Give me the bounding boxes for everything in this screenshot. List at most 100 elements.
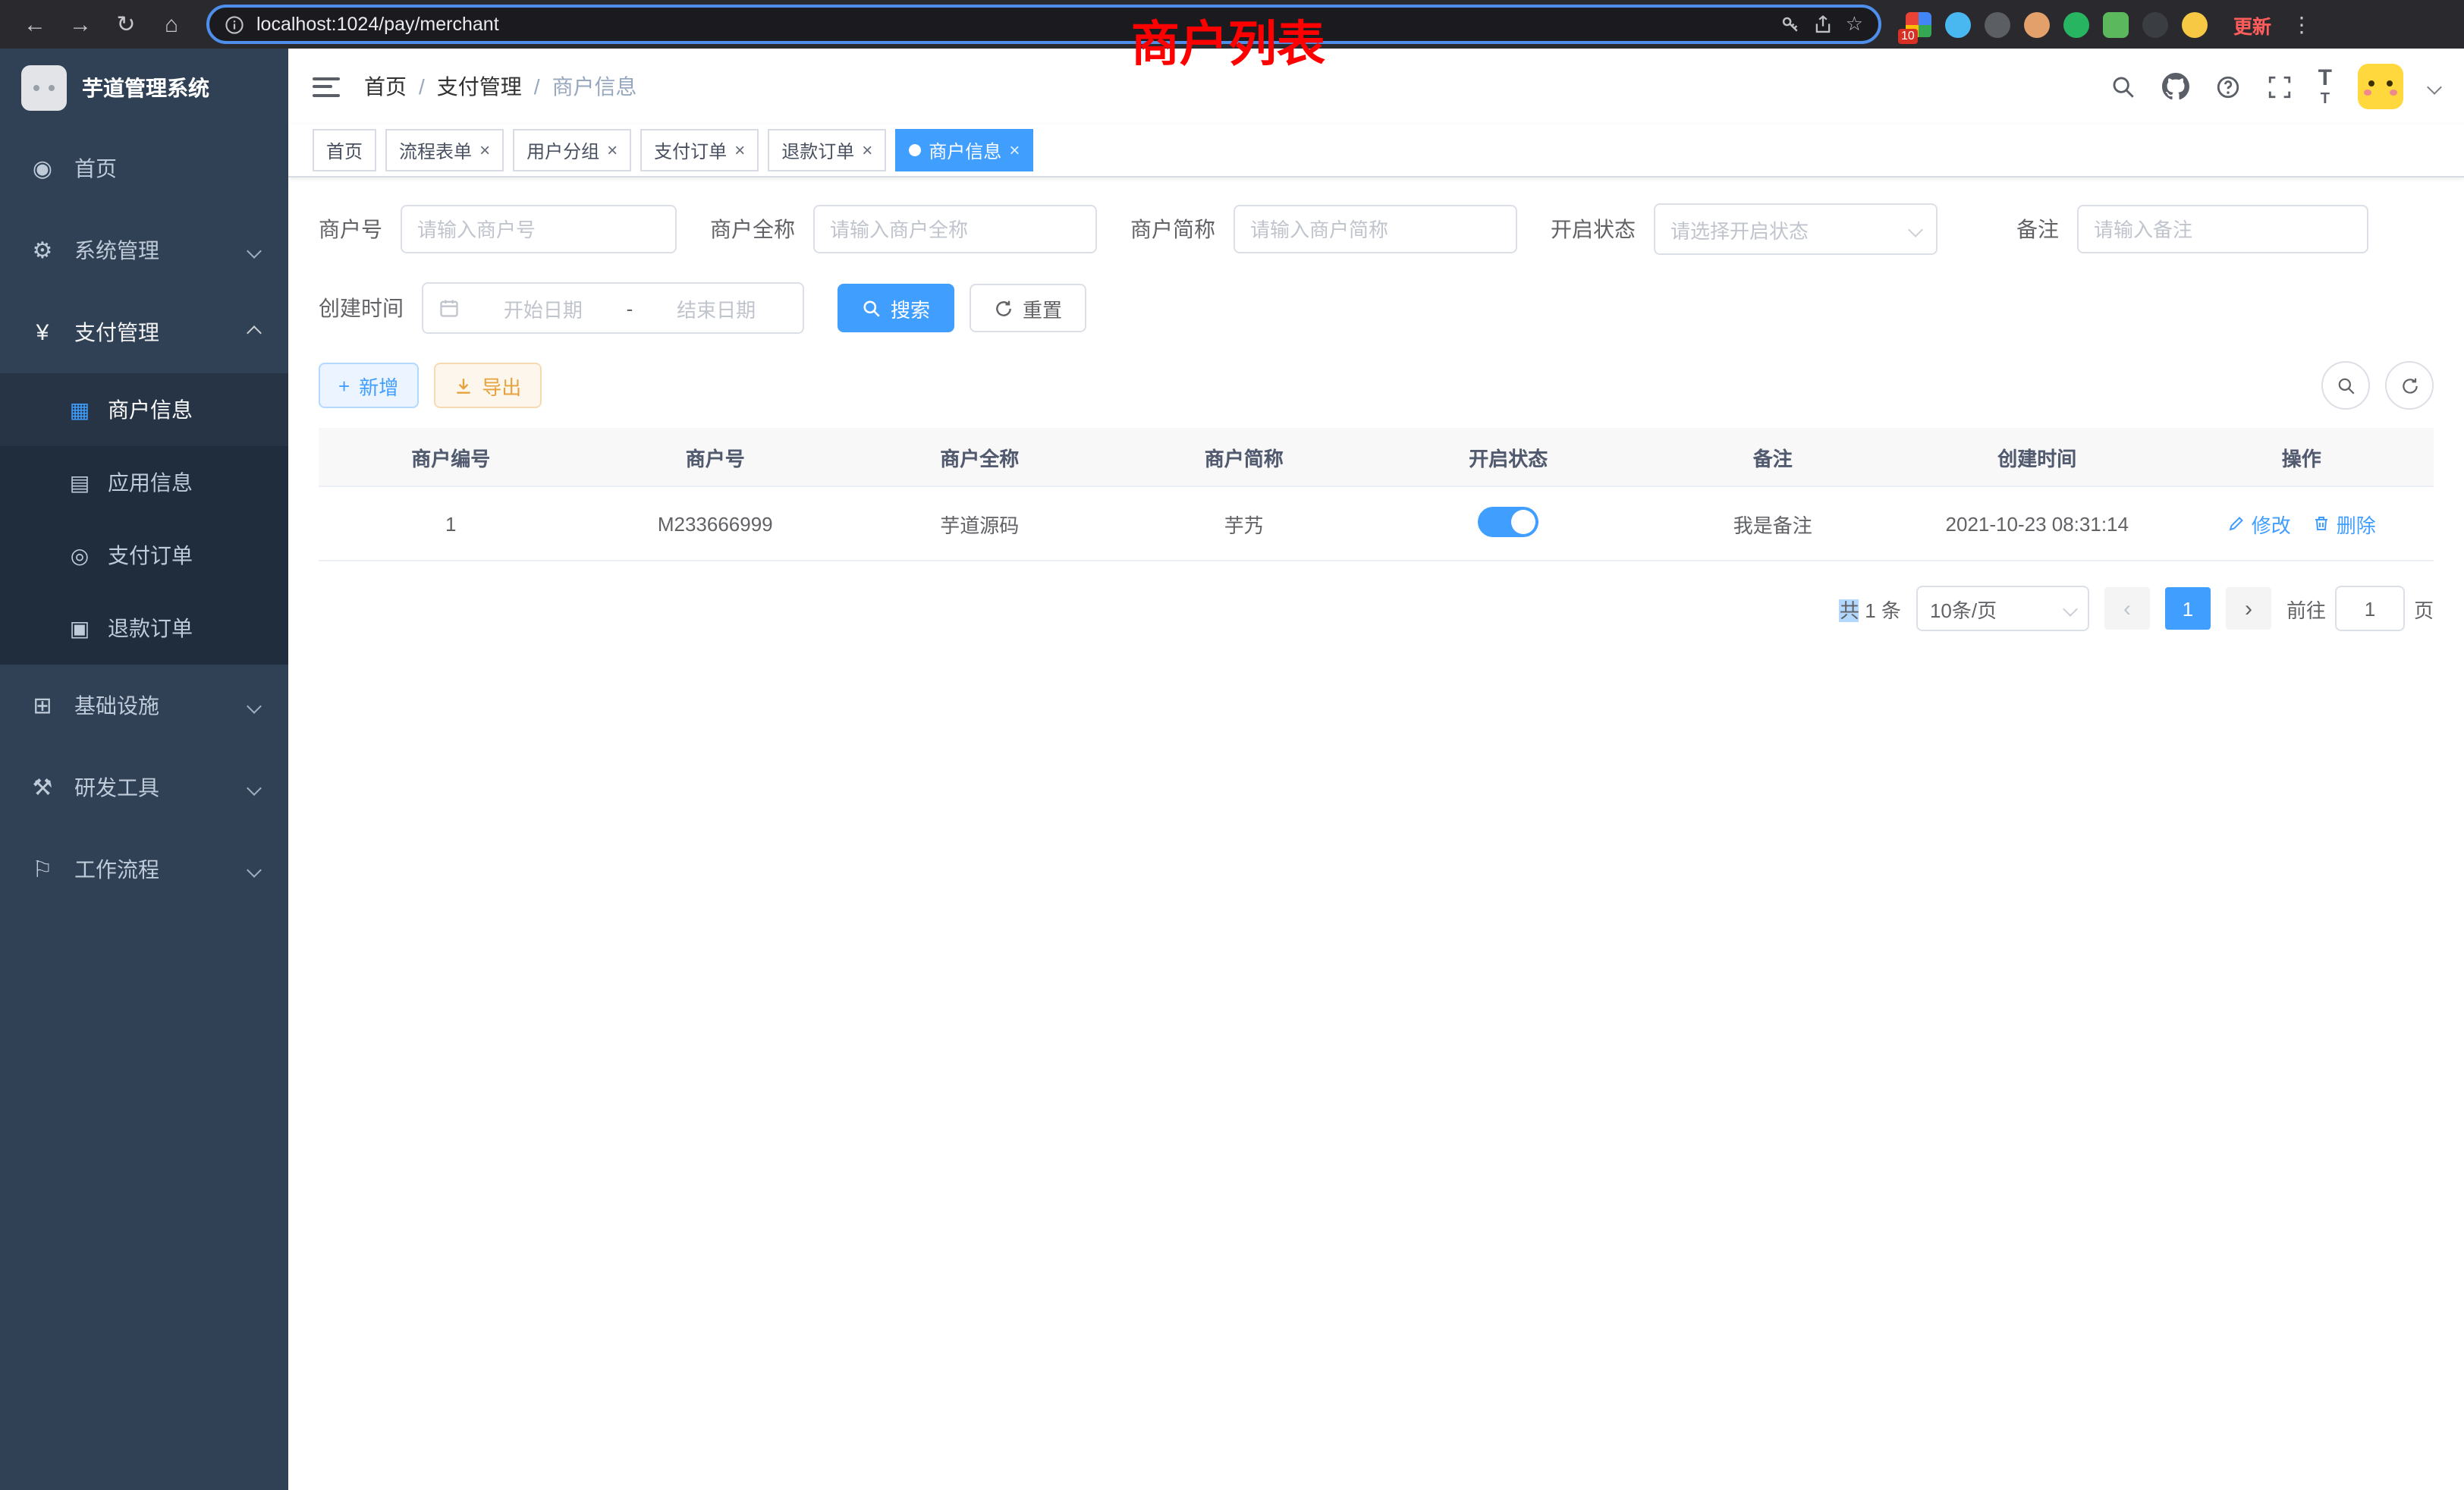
remark-input[interactable]: [2077, 205, 2368, 253]
back-icon[interactable]: ←: [15, 5, 55, 44]
sidebar-item-workflow[interactable]: ⚐ 工作流程: [0, 828, 288, 910]
close-icon[interactable]: ×: [734, 141, 745, 159]
fullscreen-icon[interactable]: [2267, 74, 2293, 99]
breadcrumb-home[interactable]: 首页: [364, 71, 407, 102]
trash-icon: [2312, 514, 2330, 533]
extension-green-doc-icon[interactable]: [2103, 11, 2129, 37]
extension-drop-icon[interactable]: [1945, 11, 1971, 37]
toggle-search-button[interactable]: [2321, 361, 2370, 410]
user-avatar[interactable]: [2358, 64, 2403, 109]
prev-page-button[interactable]: ‹: [2104, 587, 2150, 630]
goto-page: 前往 页: [2286, 586, 2434, 631]
tab-merchant-info[interactable]: 商户信息 ×: [895, 129, 1033, 171]
page-size-select[interactable]: 10条/页: [1916, 586, 2089, 631]
filter-row-2: 创建时间 开始日期 - 结束日期 搜索 重置: [319, 282, 2434, 334]
browser-update-button[interactable]: 更新: [2233, 10, 2271, 39]
tab-refund-order[interactable]: 退款订单 ×: [768, 129, 886, 171]
bookmark-star-icon[interactable]: ☆: [1846, 12, 1863, 36]
short-name-input[interactable]: [1234, 205, 1517, 253]
search-icon[interactable]: [2110, 74, 2136, 99]
card-icon: ▦: [67, 397, 93, 423]
extension-avatar-icon[interactable]: [2024, 11, 2050, 37]
sidebar-item-system[interactable]: ⚙ 系统管理: [0, 209, 288, 291]
main-area: 首页 / 支付管理 / 商户信息: [288, 49, 2464, 1490]
filter-row-1: 商户号 商户全称 商户简称 开启状态 请选择开启状态: [319, 203, 2434, 255]
share-icon[interactable]: [1814, 14, 1834, 34]
short-name-label: 商户简称: [1130, 214, 1215, 244]
github-icon[interactable]: [2162, 73, 2189, 100]
chevron-down-icon: [247, 862, 262, 877]
create-time-range-picker[interactable]: 开始日期 - 结束日期: [422, 282, 804, 334]
font-size-icon[interactable]: TT: [2318, 65, 2332, 108]
sidebar-item-label: 应用信息: [108, 467, 193, 498]
extension-green-circle-icon[interactable]: [2063, 11, 2089, 37]
download-icon: [453, 376, 473, 395]
page-content: 商户号 商户全称 商户简称 开启状态 请选择开启状态: [288, 178, 2464, 1490]
key-icon[interactable]: [1780, 14, 1802, 35]
export-button[interactable]: 导出: [433, 363, 541, 408]
sidebar-item-infrastructure[interactable]: ⊞ 基础设施: [0, 665, 288, 747]
page-1-button[interactable]: 1: [2165, 587, 2211, 630]
breadcrumb-payment[interactable]: 支付管理: [437, 71, 522, 102]
sidebar-item-refund-order[interactable]: ▣ 退款订单: [0, 592, 288, 665]
goto-page-input[interactable]: [2335, 586, 2405, 631]
close-icon[interactable]: ×: [479, 141, 490, 159]
extension-pin-icon[interactable]: [2142, 11, 2168, 37]
close-icon[interactable]: ×: [1009, 141, 1020, 159]
cell-short-name: 芋艿: [1112, 509, 1377, 538]
add-button[interactable]: + 新增: [319, 363, 418, 408]
reset-button[interactable]: 重置: [970, 284, 1086, 332]
merchant-table: 商户编号 商户号 商户全称 商户简称 开启状态 备注 创建时间 操作 1 M23…: [319, 428, 2434, 561]
forward-icon[interactable]: →: [61, 5, 100, 44]
tab-pay-order[interactable]: 支付订单 ×: [640, 129, 759, 171]
sidebar-item-pay-order[interactable]: ◎ 支付订单: [0, 519, 288, 592]
home-icon[interactable]: ⌂: [152, 5, 191, 44]
sidebar-item-label: 研发工具: [74, 772, 159, 803]
status-label: 开启状态: [1551, 214, 1636, 244]
delete-link[interactable]: 删除: [2312, 509, 2376, 538]
full-name-input[interactable]: [813, 205, 1097, 253]
avatar-caret-icon[interactable]: [2427, 79, 2442, 94]
sidebar-toggle-icon[interactable]: [313, 77, 340, 96]
chevron-down-icon: [247, 780, 262, 795]
tab-home[interactable]: 首页: [313, 129, 376, 171]
sidebar-item-merchant-info[interactable]: ▦ 商户信息: [0, 373, 288, 446]
app-logo: [21, 65, 67, 111]
extension-badge: 10: [1898, 28, 1918, 43]
flag-icon: ⚐: [29, 856, 56, 883]
search-button[interactable]: 搜索: [838, 284, 954, 332]
extension-grid-icon[interactable]: 10: [1906, 11, 1931, 37]
tab-user-group[interactable]: 用户分组 ×: [513, 129, 631, 171]
extension-dark-icon[interactable]: [1985, 11, 2010, 37]
url-bar[interactable]: localhost:1024/pay/merchant ☆: [206, 5, 1881, 44]
sidebar-item-app-info[interactable]: ▤ 应用信息: [0, 446, 288, 519]
date-end-placeholder: 结束日期: [645, 294, 787, 322]
pagination: 共 1 条 10条/页 ‹ 1 › 前往 页: [319, 586, 2434, 631]
tool-icon: ⚒: [29, 774, 56, 801]
tab-process-form[interactable]: 流程表单 ×: [385, 129, 504, 171]
sidebar-item-label: 支付管理: [74, 317, 159, 347]
cell-index: 1: [319, 512, 583, 535]
merchant-no-input[interactable]: [401, 205, 677, 253]
sidebar-item-label: 商户信息: [108, 395, 193, 425]
info-icon[interactable]: [225, 14, 244, 34]
status-select[interactable]: 请选择开启状态: [1654, 203, 1938, 255]
browser-menu-icon[interactable]: ⋮: [2291, 11, 2312, 37]
reload-icon[interactable]: ↻: [106, 5, 146, 44]
sidebar-item-payment[interactable]: ¥ 支付管理: [0, 291, 288, 373]
app-logo-row[interactable]: 芋道管理系统: [0, 49, 288, 127]
url-text: localhost:1024/pay/merchant: [256, 14, 1768, 35]
sidebar-item-home[interactable]: ◉ 首页: [0, 127, 288, 209]
close-icon[interactable]: ×: [862, 141, 872, 159]
sidebar: 芋道管理系统 ◉ 首页 ⚙ 系统管理 ¥ 支付管理 ▦ 商户信息: [0, 49, 288, 1490]
help-icon[interactable]: [2215, 74, 2241, 99]
refresh-table-button[interactable]: [2385, 361, 2434, 410]
sidebar-item-devtools[interactable]: ⚒ 研发工具: [0, 747, 288, 828]
edit-link[interactable]: 修改: [2227, 509, 2291, 538]
next-page-button[interactable]: ›: [2226, 587, 2271, 630]
status-toggle[interactable]: [1478, 506, 1538, 536]
calendar-icon: [438, 297, 460, 319]
extension-smiley-icon[interactable]: [2182, 11, 2208, 37]
close-icon[interactable]: ×: [607, 141, 618, 159]
refresh-icon: [994, 298, 1014, 318]
